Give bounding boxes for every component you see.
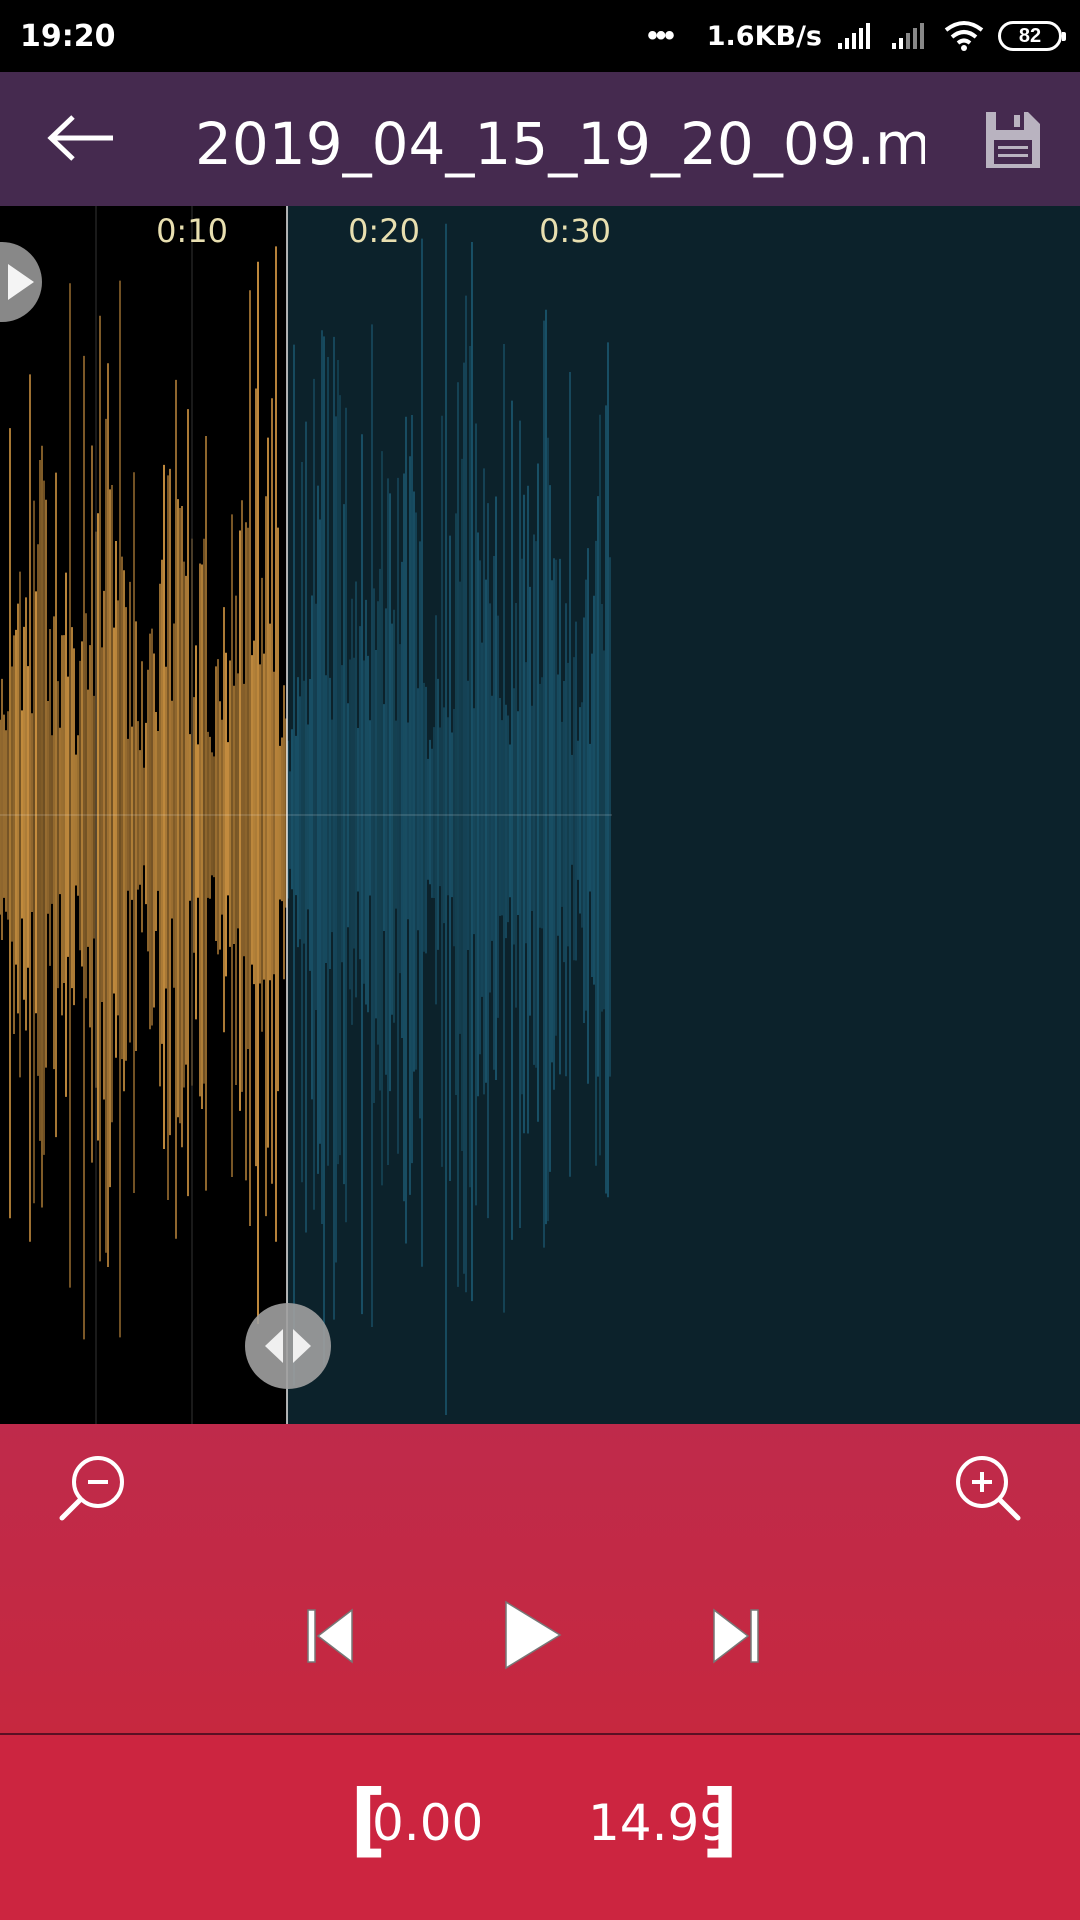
zoom-in-icon (956, 1456, 1021, 1521)
status-indicators: ••• 1.6KB/s 82 (647, 19, 1066, 53)
range-close-bracket: ] (702, 1773, 739, 1866)
wifi-icon (944, 21, 984, 51)
time-label-10: 0:10 (156, 212, 228, 250)
arrow-left-icon (47, 115, 113, 161)
floppy-disk-icon (986, 112, 1040, 168)
status-dots: ••• (647, 19, 674, 52)
skip-next-button[interactable] (708, 1606, 764, 1666)
back-button[interactable] (44, 105, 120, 171)
zoom-out-button[interactable] (58, 1452, 130, 1524)
network-speed: 1.6KB/s (706, 20, 822, 52)
selection-range-bar: [ 0.00 14.99 ] (0, 1735, 1080, 1920)
play-icon (505, 1600, 562, 1670)
battery-icon: 82 (998, 21, 1066, 51)
skip-next-icon (713, 1608, 759, 1664)
waveform-view[interactable]: 0:10 0:20 0:30 (0, 206, 1080, 1424)
waveform-graph (0, 206, 612, 1424)
signal-icon-2 (892, 23, 924, 49)
battery-level: 82 (1018, 24, 1042, 47)
playback-controls (0, 1424, 1080, 1734)
time-label-20: 0:20 (348, 212, 420, 250)
end-marker-handle[interactable] (245, 1303, 331, 1389)
time-label-30: 0:30 (539, 212, 611, 250)
signal-icon (838, 23, 870, 49)
start-time-field[interactable]: 0.00 (372, 1793, 483, 1853)
save-button[interactable] (980, 108, 1044, 172)
file-title: 2019_04_15_19_20_09.m... (195, 110, 925, 178)
skip-previous-button[interactable] (302, 1606, 358, 1666)
status-time: 19:20 (20, 18, 116, 54)
zoom-out-icon (59, 1456, 124, 1521)
skip-previous-icon (307, 1608, 353, 1664)
status-bar: 19:20 ••• 1.6KB/s 82 (0, 0, 1080, 72)
waveform-lines (0, 223, 611, 1415)
play-button[interactable] (500, 1598, 564, 1672)
drag-arrows-icon (265, 1329, 311, 1363)
zoom-in-button[interactable] (950, 1452, 1022, 1524)
app-header: 2019_04_15_19_20_09.m... (0, 72, 1080, 206)
